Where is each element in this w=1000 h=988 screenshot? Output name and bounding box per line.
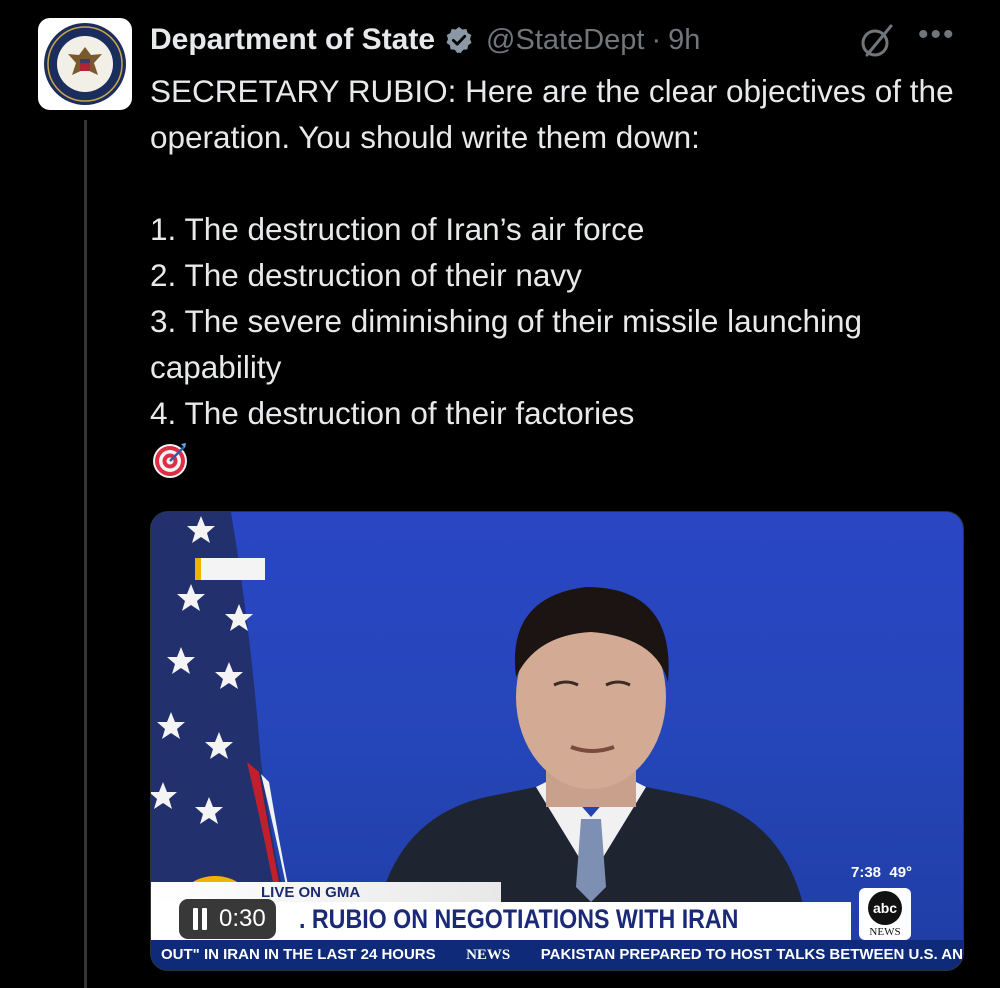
post-timestamp[interactable]: 9h bbox=[668, 24, 700, 57]
playback-control[interactable]: 0:30 bbox=[179, 899, 276, 939]
post-intro-text: SECRETARY RUBIO: Here are the clear obje… bbox=[150, 73, 954, 155]
separator-dot: · bbox=[651, 23, 662, 56]
post-header: Department of State @StateDept · 9h bbox=[150, 18, 700, 62]
pause-icon[interactable] bbox=[191, 908, 209, 930]
podium-sign bbox=[195, 558, 265, 580]
list-item: 4. The destruction of their factories bbox=[150, 395, 635, 431]
list-item: 3. The severe diminishing of their missi… bbox=[150, 303, 863, 385]
broadcast-clock: 7:38 49° bbox=[851, 864, 912, 881]
abc-logo-word: NEWS bbox=[869, 925, 901, 938]
grok-icon[interactable] bbox=[858, 22, 896, 60]
list-item: 1. The destruction of Iran’s air force bbox=[150, 211, 645, 247]
direct-hit-icon bbox=[153, 443, 187, 478]
ticker-logo: NEWS bbox=[466, 947, 511, 963]
playback-timer: 0:30 bbox=[219, 905, 266, 932]
avatar[interactable] bbox=[38, 18, 132, 110]
ticker-item: OUT" IN IRAN IN THE LAST 24 HOURS bbox=[161, 946, 436, 963]
post-body: SECRETARY RUBIO: Here are the clear obje… bbox=[150, 68, 970, 492]
speaker-figure bbox=[376, 587, 806, 917]
live-label: LIVE ON GMA bbox=[261, 884, 361, 901]
thread-connector-line bbox=[84, 120, 87, 988]
abc-logo-circle: abc bbox=[868, 890, 902, 925]
ticker-item: PAKISTAN PREPARED TO HOST TALKS BETWEEN … bbox=[540, 946, 963, 963]
abc-news-logo: abc NEWS bbox=[859, 888, 911, 940]
more-options-button[interactable]: ••• bbox=[918, 20, 960, 58]
author-name[interactable]: Department of State bbox=[150, 23, 435, 57]
state-department-seal-icon bbox=[44, 23, 126, 105]
video-player[interactable]: LIVE ON GMA . RUBIO ON NEGOTIATIONS WITH… bbox=[150, 511, 964, 971]
list-item: 2. The destruction of their navy bbox=[150, 257, 582, 293]
author-handle[interactable]: @StateDept bbox=[486, 24, 644, 57]
temperature: 49° bbox=[889, 864, 913, 881]
clock-time: 7:38 bbox=[851, 864, 882, 881]
verified-badge-icon[interactable] bbox=[444, 25, 474, 55]
news-ticker: OUT" IN IRAN IN THE LAST 24 HOURS NEWS P… bbox=[151, 940, 963, 970]
headline-text: . RUBIO ON NEGOTIATIONS WITH IRAN bbox=[299, 904, 739, 934]
